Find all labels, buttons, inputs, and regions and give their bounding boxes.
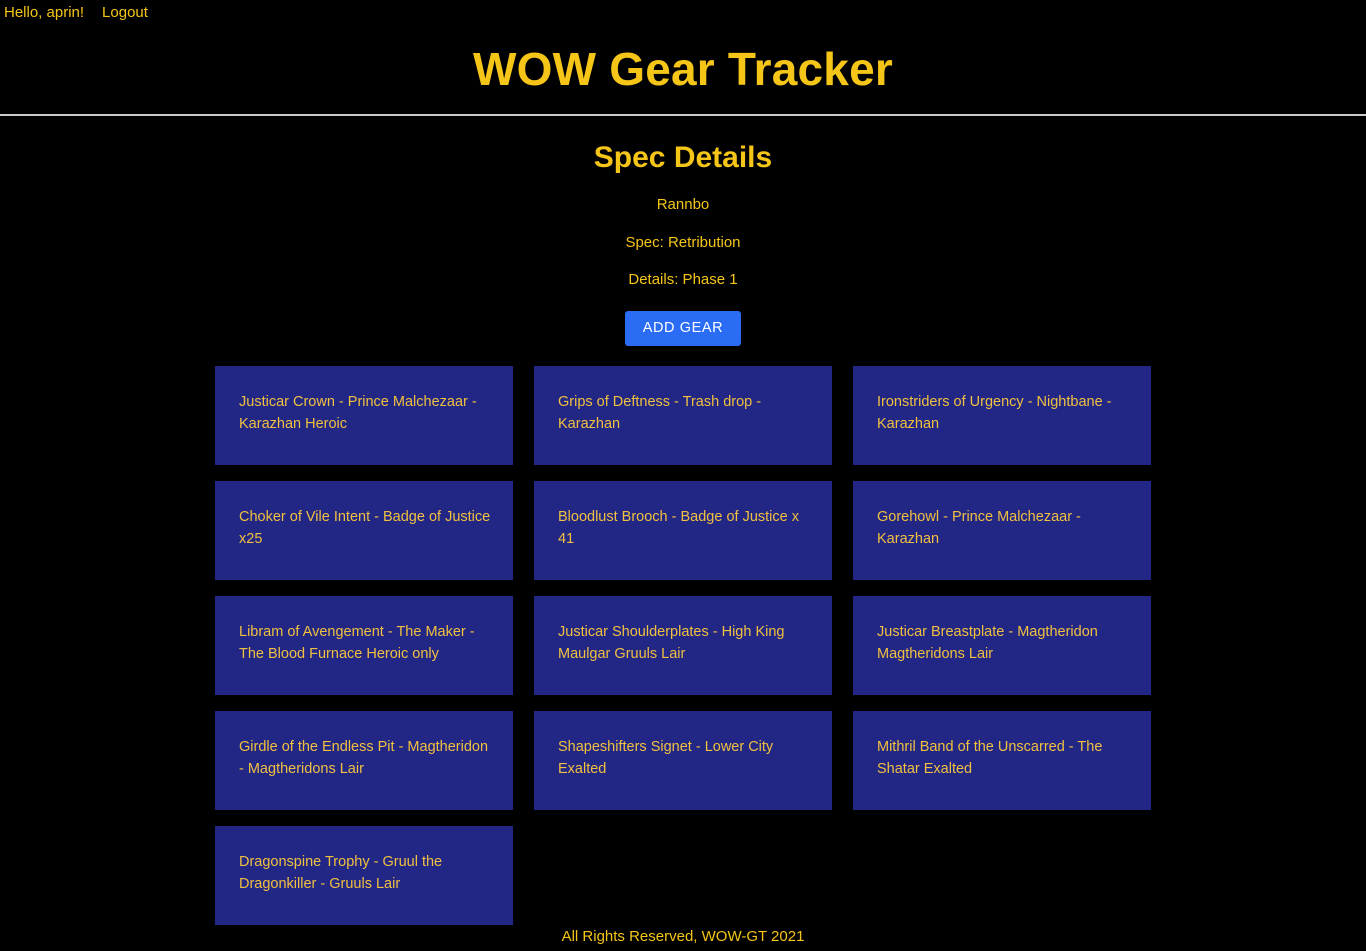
gear-card[interactable]: Gorehowl - Prince Malchezaar - Karazhan [853,481,1151,580]
gear-card[interactable]: Choker of Vile Intent - Badge of Justice… [215,481,513,580]
site-title: WOW Gear Tracker [473,43,893,95]
footer: All Rights Reserved, WOW-GT 2021 [0,928,1366,945]
gear-card-label: Justicar Crown - Prince Malchezaar - Kar… [239,394,477,433]
gear-card-label: Grips of Deftness - Trash drop - Karazha… [558,394,762,433]
spec-name: Spec: Retribution [625,233,741,251]
gear-card-label: Justicar Shoulderplates - High King Maul… [558,624,785,663]
gear-card[interactable]: Dragonspine Trophy - Gruul the Dragonkil… [215,826,513,925]
add-gear-button[interactable]: ADD GEAR [624,310,742,346]
logout-link[interactable]: Logout [102,5,148,20]
page-body: Spec Details Rannbo Spec: Retribution De… [0,116,1366,925]
gear-card[interactable]: Justicar Shoulderplates - High King Maul… [534,596,832,695]
gear-card[interactable]: Bloodlust Brooch - Badge of Justice x 41 [534,481,832,580]
gear-card[interactable]: Libram of Avengement - The Maker - The B… [215,596,513,695]
gear-card[interactable]: Justicar Crown - Prince Malchezaar - Kar… [215,366,513,465]
auth-bar: Hello, aprin! Logout [0,0,1366,24]
gear-card-label: Mithril Band of the Unscarred - The Shat… [877,739,1103,778]
character-name: Rannbo [656,196,710,213]
gear-list: Justicar Crown - Prince Malchezaar - Kar… [215,366,1151,925]
gear-card-label: Bloodlust Brooch - Badge of Justice x 41 [558,509,799,548]
user-greeting: Hello, aprin! [4,3,85,21]
gear-card-label: Dragonspine Trophy - Gruul the Dragonkil… [239,854,443,893]
site-masthead: WOW Gear Tracker [0,24,1366,116]
gear-card-label: Girdle of the Endless Pit - Magtheridon … [239,739,489,778]
gear-card-label: Libram of Avengement - The Maker - The B… [239,624,475,663]
gear-card[interactable]: Ironstriders of Urgency - Nightbane - Ka… [853,366,1151,465]
gear-card[interactable]: Shapeshifters Signet - Lower City Exalte… [534,711,832,810]
gear-card[interactable]: Grips of Deftness - Trash drop - Karazha… [534,366,832,465]
spec-details: Details: Phase 1 [628,271,738,288]
gear-card-label: Ironstriders of Urgency - Nightbane - Ka… [877,394,1112,433]
footer-text: All Rights Reserved, WOW-GT 2021 [561,928,805,945]
page-title: Spec Details [593,141,773,174]
gear-card[interactable]: Justicar Breastplate - Magtheridon Magth… [853,596,1151,695]
gear-card-label: Justicar Breastplate - Magtheridon Magth… [877,624,1098,663]
add-gear-container: ADD GEAR [0,310,1366,346]
gear-card-label: Shapeshifters Signet - Lower City Exalte… [558,739,774,778]
gear-card-label: Choker of Vile Intent - Badge of Justice… [239,509,491,548]
gear-card[interactable]: Girdle of the Endless Pit - Magtheridon … [215,711,513,810]
gear-card[interactable]: Mithril Band of the Unscarred - The Shat… [853,711,1151,810]
gear-card-label: Gorehowl - Prince Malchezaar - Karazhan [877,509,1081,548]
